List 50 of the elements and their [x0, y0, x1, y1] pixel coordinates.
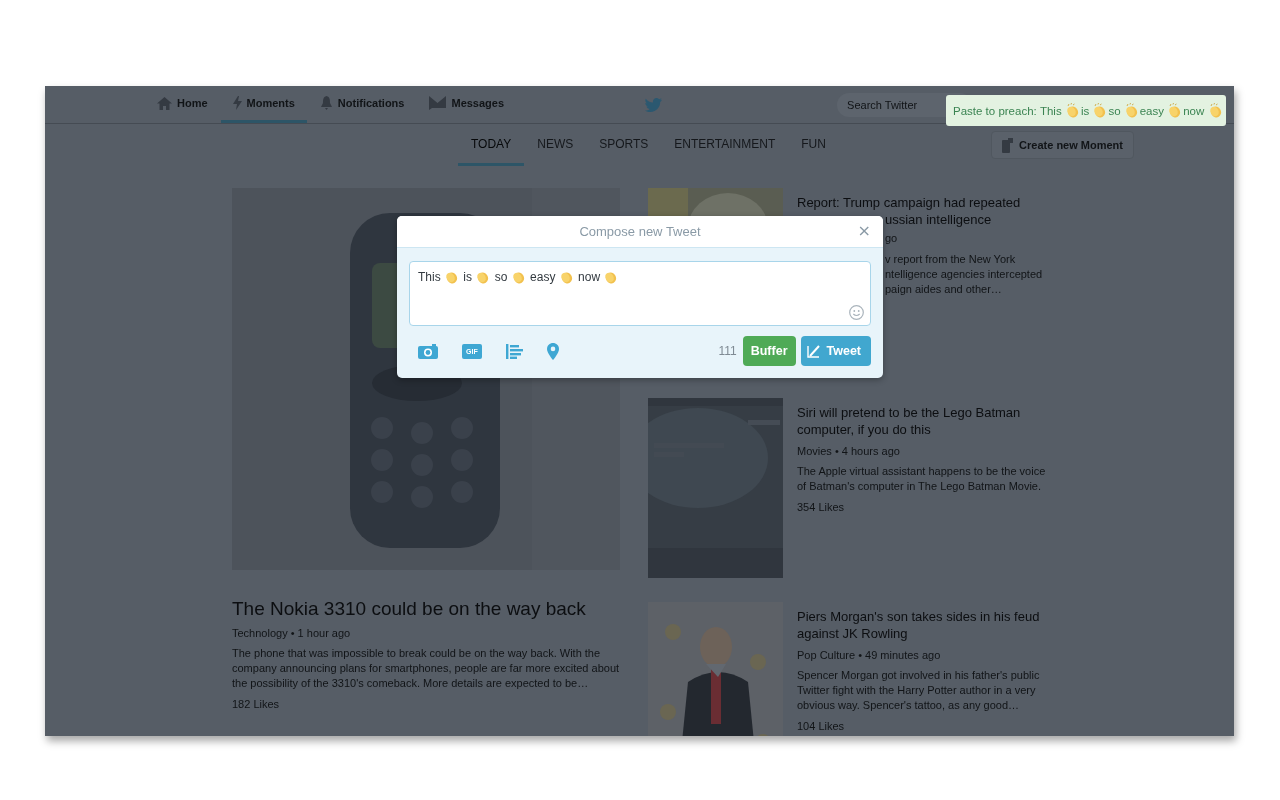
category-tab[interactable]: ENTERTAINMENT	[661, 124, 789, 166]
dialog-title: Compose new Tweet	[579, 224, 701, 239]
create-moment-button[interactable]: Create new Moment	[991, 131, 1134, 159]
toast: Paste to preach: This is so easy now	[946, 95, 1226, 126]
character-count: 111	[718, 344, 737, 358]
story-title[interactable]: Piers Morgan's son takes sides in his feud against JK Rowling	[797, 608, 1047, 642]
category-tab[interactable]: FUN	[788, 124, 839, 166]
clapping-hands-icon	[1207, 103, 1223, 118]
likes-count: 354 Likes	[797, 501, 846, 513]
story-summary: v report from the New York	[884, 252, 1017, 267]
story-summary: Spencer Morgan got involved in his father's public Twitter fight with the Harry Potter author in a very obvious way. Spencer's tattoo, as any good…	[797, 668, 1041, 713]
category-tab[interactable]: SPORTS	[586, 124, 662, 166]
story-title[interactable]: Siri will pretend to be the Lego Batman computer, if you do this	[797, 404, 1047, 438]
category-tab[interactable]: NEWS	[524, 124, 587, 166]
story-title[interactable]: Report: Trump campaign had repeated	[797, 194, 1047, 211]
buffer-button[interactable]: Buffer	[742, 336, 796, 366]
story-title[interactable]: The Nokia 3310 could be on the way back	[232, 598, 620, 620]
likes-count: 104 Likes	[797, 720, 846, 732]
story-meta: Pop Culture • 49 minutes ago	[797, 649, 942, 661]
phone-plus-icon	[1002, 137, 1014, 153]
lightning-icon	[232, 96, 242, 110]
location-pin-icon[interactable]	[546, 342, 559, 360]
story-summary: The Apple virtual assistant happens to be the voice of Batman's computer in The Lego Batman Movie.	[797, 464, 1047, 494]
category-tab[interactable]: TODAY	[458, 124, 525, 166]
tweet-text-field[interactable]: This is so easy now	[409, 261, 871, 326]
story-summary: paign aides and other…	[884, 282, 1003, 297]
nav-tab[interactable]: Notifications	[307, 86, 417, 123]
clapping-hands-icon	[1064, 103, 1080, 118]
close-button[interactable]: ×	[855, 222, 873, 240]
poll-icon[interactable]	[505, 343, 523, 359]
smiley-icon[interactable]	[849, 305, 864, 320]
bell-icon	[319, 96, 333, 110]
story-meta: Technology • 1 hour ago	[232, 627, 352, 639]
nav-tab[interactable]: Home	[145, 86, 220, 123]
clapping-hands-icon	[1092, 103, 1108, 118]
nav-tab[interactable]: Messages	[417, 86, 517, 123]
pen-icon	[806, 344, 821, 358]
envelope-icon	[429, 96, 447, 110]
clapping-hands-icon	[1123, 103, 1139, 118]
clapping-hands-icon	[1167, 103, 1183, 118]
story-meta: Movies • 4 hours ago	[797, 445, 901, 457]
bird-logo-icon	[645, 97, 663, 112]
house-icon	[157, 96, 172, 110]
nav-tab[interactable]: Moments	[220, 86, 307, 123]
likes-count: 182 Likes	[232, 698, 281, 710]
tweet-button[interactable]: Tweet	[800, 336, 871, 366]
story-meta: go	[884, 232, 899, 244]
camera-icon[interactable]	[418, 343, 438, 359]
story-summary: The phone that was impossible to break could be on the way back. With the company announcing plans for smartphones, people are far more excited about the possibility of the 3310's comeback. More details are expected to be…	[232, 646, 620, 691]
story-summary: ntelligence agencies intercepted	[884, 267, 1044, 282]
